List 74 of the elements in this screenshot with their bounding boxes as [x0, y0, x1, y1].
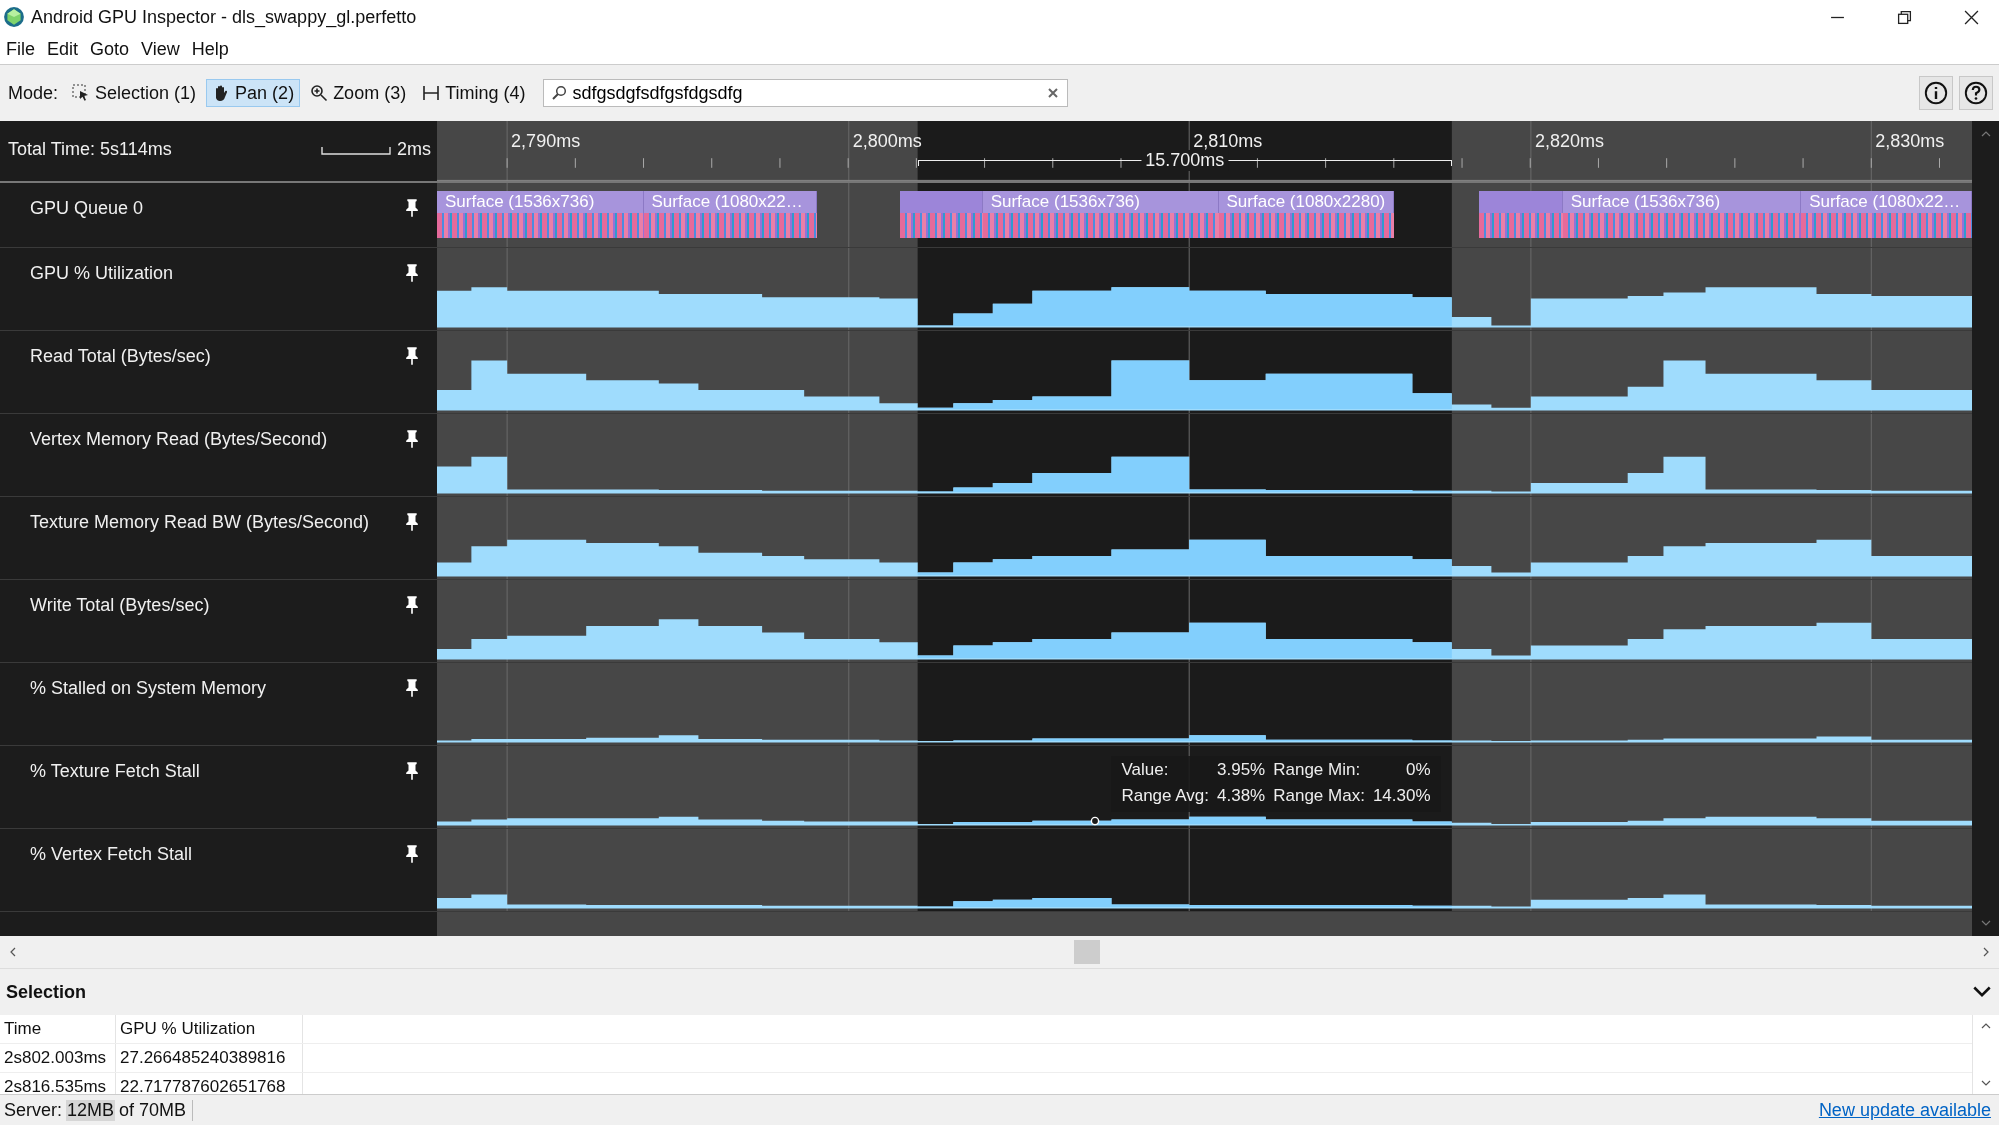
mode-button[interactable]: Pan (2)	[206, 79, 301, 107]
column-header[interactable]: GPU % Utilization	[116, 1015, 303, 1043]
help-button[interactable]	[1959, 76, 1993, 110]
track-name: GPU % Utilization	[30, 263, 174, 284]
memory-total: of 70MB	[119, 1099, 194, 1121]
tooltip-value: 3.95%	[1217, 760, 1266, 780]
memory-used: 12MB	[66, 1099, 116, 1121]
time-tick-label: 2,800ms	[852, 131, 922, 152]
scale-bar-icon	[321, 147, 391, 155]
menu-item[interactable]: View	[135, 38, 186, 60]
info-button[interactable]	[1919, 76, 1953, 110]
mode-button[interactable]: Zoom (3)	[304, 79, 413, 107]
track-name: Vertex Memory Read (Bytes/Second)	[30, 429, 328, 450]
column-header[interactable]: Time	[0, 1015, 116, 1043]
pin-icon[interactable]	[405, 346, 419, 365]
track-name: Write Total (Bytes/sec)	[30, 595, 210, 616]
time-tick-label: 2,830ms	[1875, 131, 1945, 152]
mode-button[interactable]: Selection (1)	[66, 79, 203, 107]
tooltip-value: 0%	[1405, 760, 1431, 780]
server-label: Server:	[4, 1099, 63, 1121]
table-cell: 2s802.003ms	[0, 1044, 116, 1072]
scale-label: 2ms	[397, 139, 431, 160]
mode-label: Mode:	[8, 82, 59, 104]
restore-icon[interactable]	[1897, 9, 1912, 25]
pin-icon[interactable]	[405, 429, 419, 448]
scroll-left-icon[interactable]	[10, 947, 16, 957]
timing-bar-icon	[422, 84, 441, 102]
pin-icon[interactable]	[405, 512, 419, 531]
tooltip-label: Value:	[1121, 760, 1170, 780]
scroll-down-icon[interactable]	[1981, 1080, 1991, 1086]
selection-length: 15.700ms	[1141, 150, 1229, 171]
track-name: Texture Memory Read BW (Bytes/Second)	[30, 512, 370, 533]
scroll-up-icon[interactable]	[1980, 131, 1991, 137]
time-tick-label: 2,810ms	[1193, 131, 1263, 152]
pin-icon[interactable]	[405, 198, 419, 217]
scroll-right-icon[interactable]	[1983, 947, 1989, 957]
menu-item[interactable]: Edit	[41, 38, 85, 60]
menu-item[interactable]: Help	[185, 38, 235, 60]
app-logo-icon	[3, 6, 25, 28]
tooltip-value: 4.38%	[1217, 786, 1266, 806]
track-name: % Stalled on System Memory	[30, 678, 267, 699]
menu-item[interactable]: Goto	[84, 38, 136, 60]
clear-icon[interactable]	[1047, 87, 1060, 99]
table-cell: 27.266485240389816	[116, 1044, 303, 1072]
search-field[interactable]: sdfgsdgfsdfgsfdgsdfg	[543, 79, 1069, 107]
scroll-up-icon[interactable]	[1981, 1023, 1991, 1029]
menu-item[interactable]: File	[0, 38, 41, 60]
tooltip-label: Range Min:	[1273, 760, 1362, 780]
horizontal-scrollbar[interactable]	[0, 936, 1999, 968]
time-tick-label: 2,790ms	[511, 131, 581, 152]
track-name: % Vertex Fetch Stall	[30, 844, 193, 865]
tooltip-label: Range Avg:	[1121, 786, 1209, 806]
tooltip-value: 14.30%	[1372, 786, 1431, 806]
magnifier-icon	[310, 84, 329, 102]
chevron-down-icon[interactable]	[1973, 986, 1991, 998]
total-time: Total Time: 5s114ms	[8, 139, 172, 160]
pin-icon[interactable]	[405, 761, 419, 780]
mode-button[interactable]: Timing (4)	[416, 79, 532, 107]
pin-icon[interactable]	[405, 263, 419, 282]
hover-point-icon	[1089, 816, 1100, 826]
panel-title: Selection	[6, 981, 87, 1003]
track-name: % Texture Fetch Stall	[30, 761, 200, 782]
scroll-thumb[interactable]	[1074, 940, 1100, 964]
close-icon[interactable]	[1964, 9, 1979, 25]
track-name: GPU Queue 0	[30, 198, 144, 219]
track-name: Read Total (Bytes/sec)	[30, 346, 211, 367]
update-link[interactable]: New update available	[1818, 1099, 1999, 1121]
pin-icon[interactable]	[405, 595, 419, 614]
tooltip-label: Range Max:	[1273, 786, 1365, 806]
time-tick-label: 2,820ms	[1534, 131, 1604, 152]
pin-icon[interactable]	[405, 844, 419, 863]
window-title: Android GPU Inspector - dls_swappy_gl.perfetto	[31, 6, 417, 28]
scroll-down-icon[interactable]	[1980, 920, 1991, 926]
pin-icon[interactable]	[405, 678, 419, 697]
